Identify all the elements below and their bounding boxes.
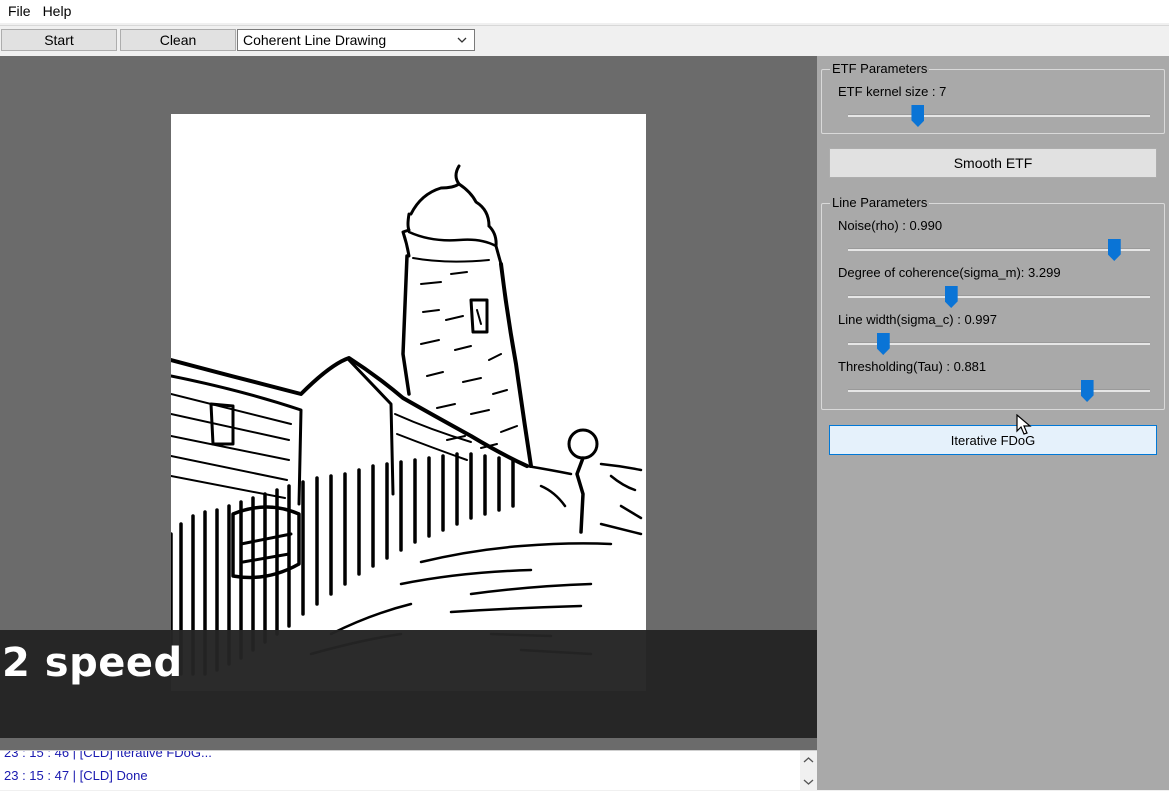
chevron-down-icon[interactable] <box>803 778 814 786</box>
line-width-label: Line width(sigma_c) : 0.997 <box>838 312 997 327</box>
slider-track <box>848 342 1150 345</box>
line-drawing-image <box>169 114 646 691</box>
log-line: 23 : 15 : 46 | [CLD] Iterative FDoG... <box>4 750 212 760</box>
log-scrollbar[interactable] <box>800 751 817 790</box>
iterative-fdog-button[interactable]: Iterative FDoG <box>829 425 1157 455</box>
slider-track <box>848 114 1150 117</box>
menu-file[interactable]: File <box>2 0 37 23</box>
etf-kernel-label: ETF kernel size : 7 <box>838 84 947 99</box>
coherence-slider[interactable] <box>848 285 1150 309</box>
mouse-cursor-icon <box>1016 414 1032 435</box>
slider-thumb[interactable] <box>944 286 958 308</box>
toolbar: Start Clean Coherent Line Drawing <box>0 25 1169 55</box>
slider-thumb[interactable] <box>911 105 925 127</box>
mode-select[interactable]: Coherent Line Drawing <box>237 29 475 51</box>
chevron-down-icon <box>457 37 467 43</box>
line-parameters-group: Line Parameters Noise(rho) : 0.990 Degre… <box>821 196 1165 410</box>
slider-thumb[interactable] <box>1107 239 1121 261</box>
line-group-title: Line Parameters <box>830 195 930 210</box>
log-line: 23 : 15 : 47 | [CLD] Done <box>4 768 148 783</box>
smooth-etf-button[interactable]: Smooth ETF <box>829 148 1157 178</box>
line-width-slider[interactable] <box>848 332 1150 356</box>
slider-track <box>848 248 1150 251</box>
log-panel[interactable]: 23 : 15 : 46 | [CLD] Iterative FDoG... 2… <box>0 750 817 790</box>
parameters-panel: ETF Parameters ETF kernel size : 7 Smoot… <box>817 56 1169 790</box>
slider-track <box>848 389 1150 392</box>
clean-button[interactable]: Clean <box>120 29 236 51</box>
threshold-label: Thresholding(Tau) : 0.881 <box>838 359 987 374</box>
speed-overlay-text: 2 speed <box>2 640 183 686</box>
etf-kernel-slider[interactable] <box>848 104 1150 128</box>
chevron-up-icon[interactable] <box>803 756 814 764</box>
start-button[interactable]: Start <box>1 29 117 51</box>
slider-thumb[interactable] <box>1080 380 1094 402</box>
coherence-label: Degree of coherence(sigma_m): 3.299 <box>838 265 1061 280</box>
menu-help[interactable]: Help <box>37 0 78 23</box>
etf-parameters-group: ETF Parameters ETF kernel size : 7 <box>821 62 1165 134</box>
slider-track <box>848 295 1150 298</box>
mode-select-value: Coherent Line Drawing <box>243 32 387 48</box>
etf-group-title: ETF Parameters <box>830 61 930 76</box>
noise-label: Noise(rho) : 0.990 <box>838 218 943 233</box>
noise-slider[interactable] <box>848 238 1150 262</box>
slider-thumb[interactable] <box>876 333 890 355</box>
menu-bar: File Help <box>0 0 1169 23</box>
threshold-slider[interactable] <box>848 379 1150 403</box>
